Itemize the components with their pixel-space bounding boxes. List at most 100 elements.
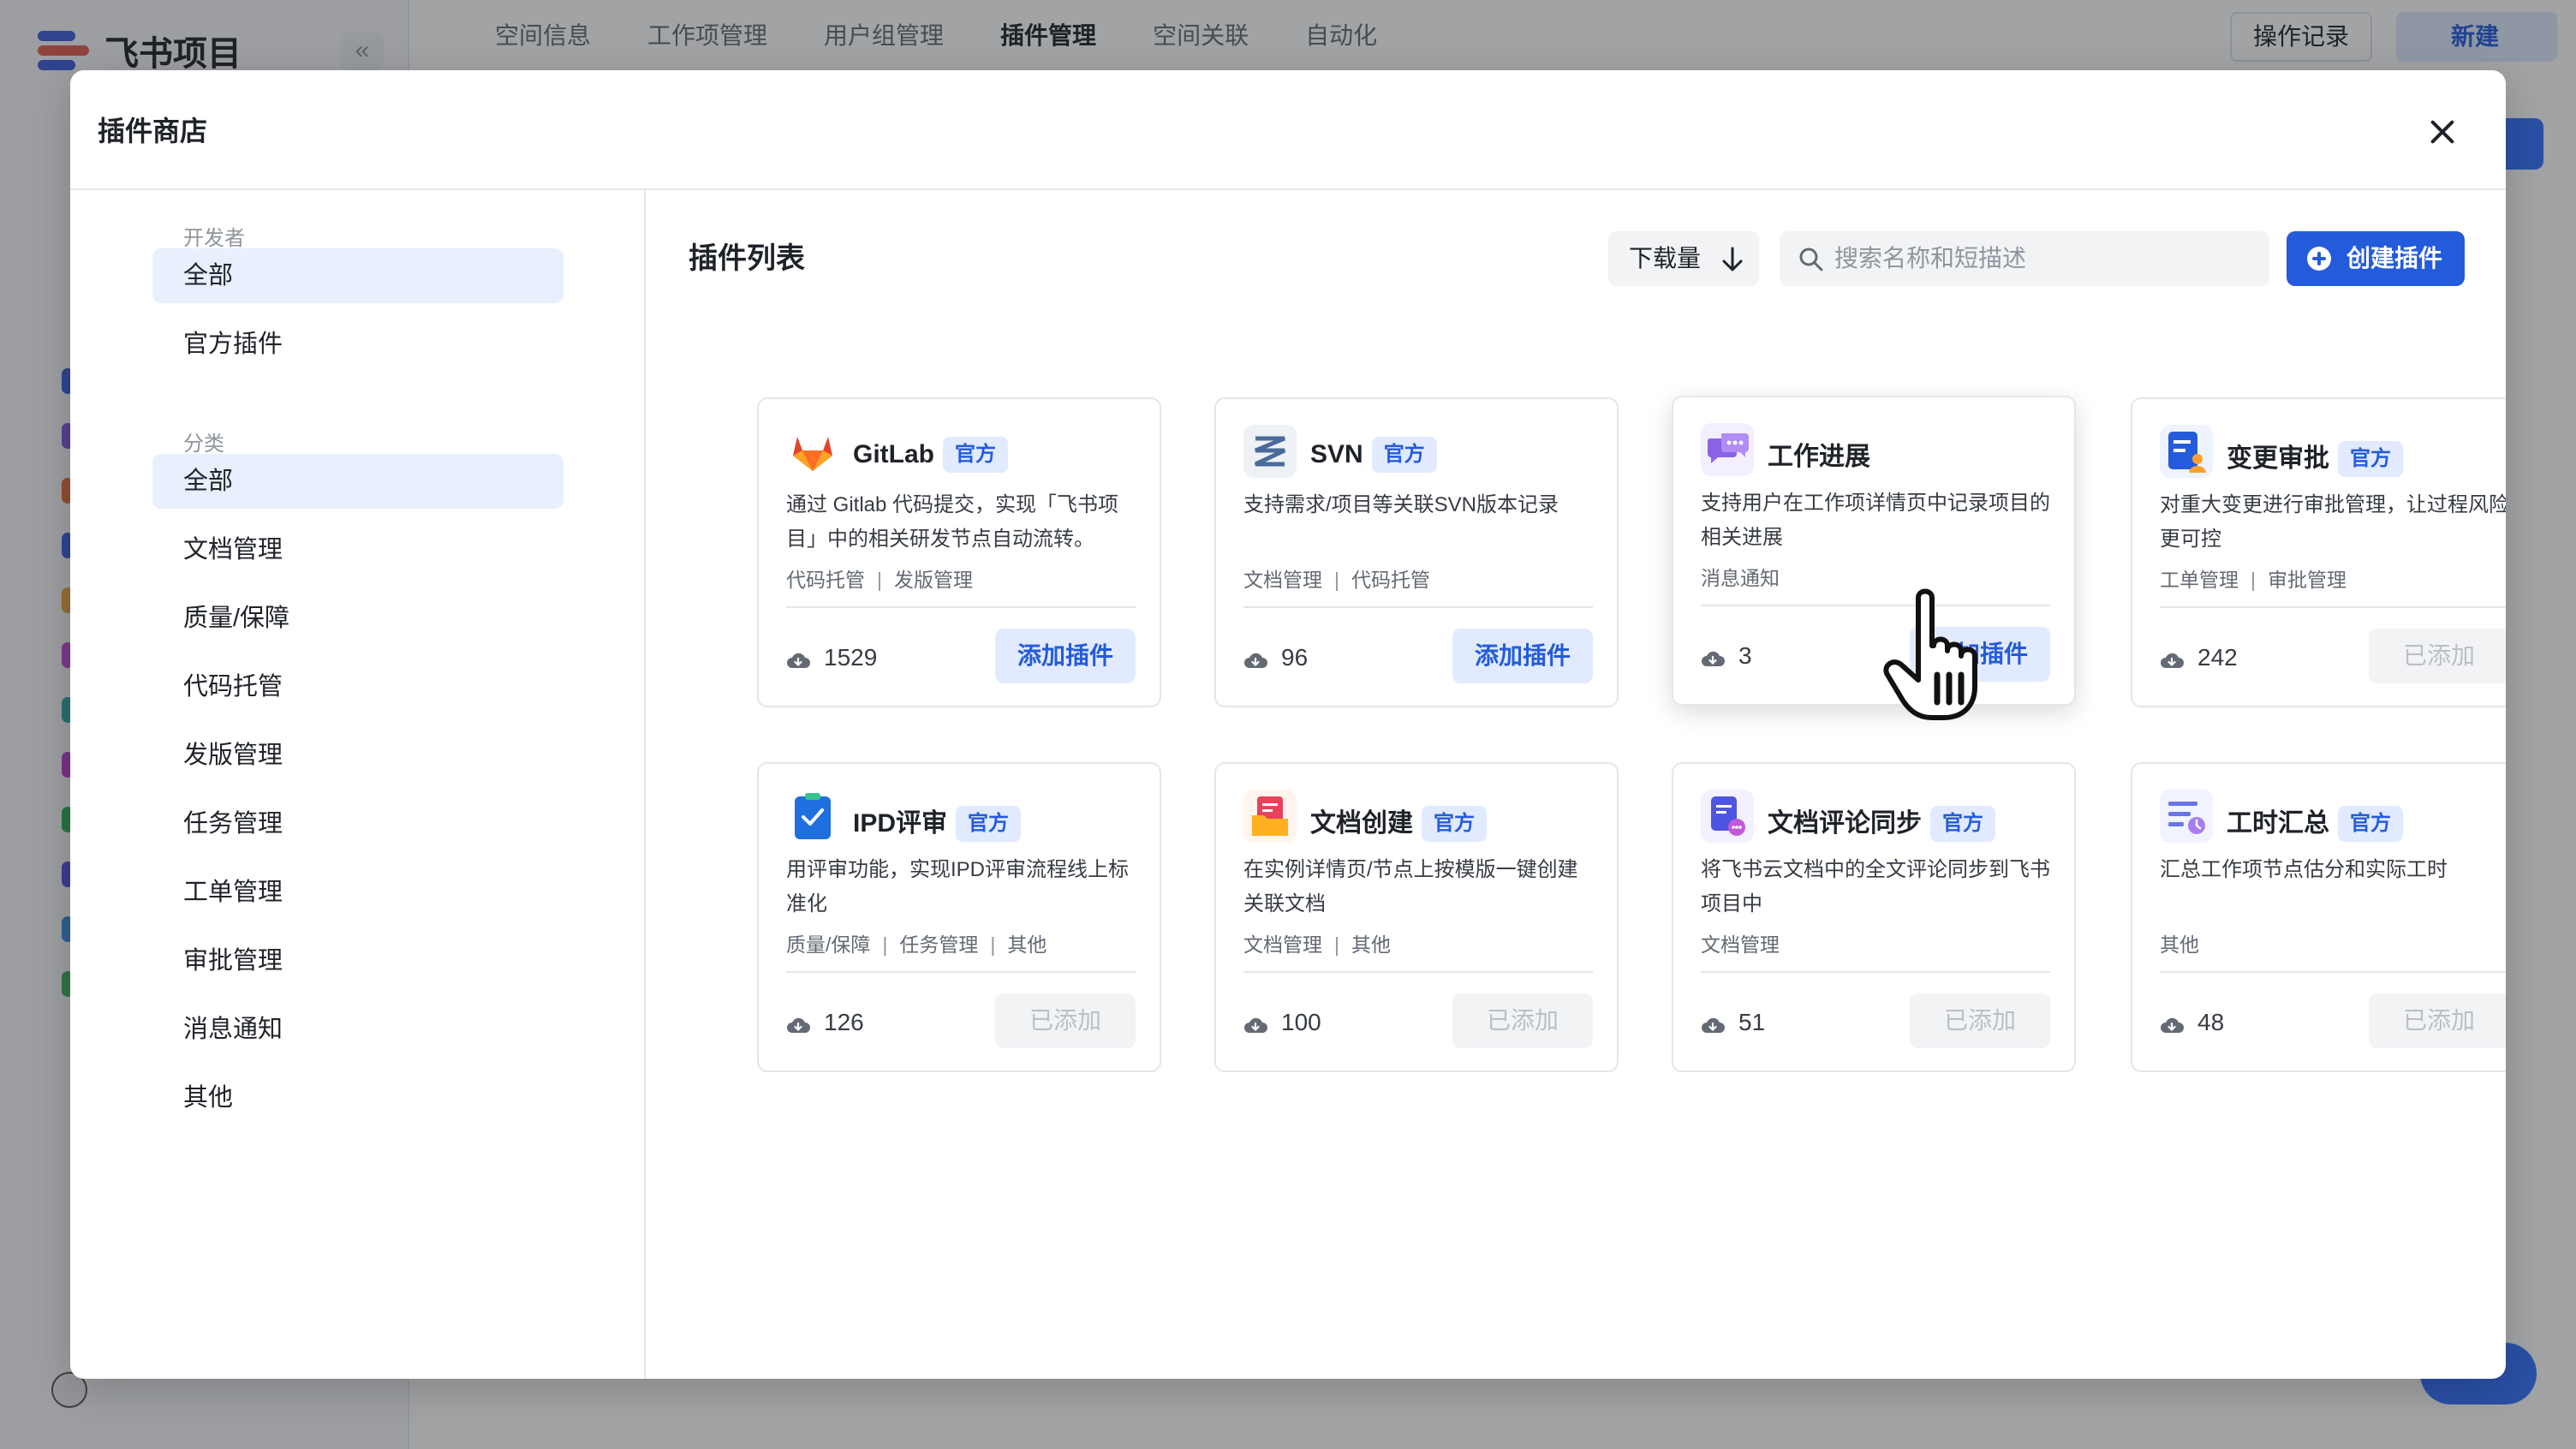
chat-bubble-icon [1701, 423, 1754, 476]
card-divider [1243, 971, 1593, 973]
doc-comment-icon [1701, 790, 1754, 843]
plugin-tags: 消息通知 [1701, 567, 1780, 589]
arrow-down-icon [1722, 247, 1743, 271]
plugin-card-gitlab[interactable]: GitLab 官方 通过 Gitlab 代码提交，实现「飞书项目」中的相关研发节点… [757, 397, 1161, 707]
plugin-card-ipd-review[interactable]: IPD评审 官方 用评审功能，实现IPD评审流程线上标准化 质量/保障 | 任务管理 |… [757, 762, 1161, 1072]
official-badge: 官方 [943, 437, 1008, 473]
category-filter-docs[interactable]: 文档管理 [152, 522, 564, 577]
plugin-card-change-approval[interactable]: 变更审批 官方 对重大变更进行审批管理，让过程风险更可控 工单管理 | 审批管理 24… [2131, 397, 2506, 707]
official-badge: 官方 [956, 806, 1022, 842]
plugin-list-area: 插件列表 下载量 创建插件 GitLab官方 通过 Gitlab 代码提交，实现… [646, 190, 2506, 1379]
category-filter-tickets[interactable]: 工单管理 [152, 865, 564, 920]
plugin-description: 在实例详情页/节点上按模版一键创建关联文档 [1243, 858, 1578, 915]
plugin-description: 汇总工作项节点估分和实际工时 [2160, 858, 2448, 881]
add-plugin-button[interactable]: 添加插件 [995, 629, 1136, 683]
official-badge: 官方 [2338, 441, 2403, 477]
category-filter-release[interactable]: 发版管理 [152, 728, 564, 783]
plugin-description: 将飞书云文档中的全文评论同步到飞书项目中 [1701, 858, 2050, 915]
plugin-description: 支持用户在工作项详情页中记录项目的相关进展 [1701, 492, 2050, 549]
download-count: 48 [2197, 1009, 2225, 1035]
category-filter-tasks[interactable]: 任务管理 [152, 796, 564, 851]
svn-icon [1243, 425, 1297, 478]
sort-by-downloads-button[interactable]: 下载量 [1608, 231, 1759, 286]
add-plugin-button[interactable]: 添加插件 [1910, 627, 2050, 682]
plugin-name: 文档创建 官方 [1310, 802, 1487, 842]
plugin-list-title: 插件列表 [689, 242, 805, 275]
added-status-button: 已添加 [1910, 993, 2050, 1048]
plugin-tags: 文档管理 [1701, 933, 1780, 956]
added-status-button: 已添加 [995, 993, 1136, 1048]
approval-doc-icon [2160, 425, 2213, 478]
plugin-name: 工时汇总 官方 [2227, 802, 2403, 842]
plugin-name: SVN 官方 [1310, 437, 1437, 473]
added-status-button: 已添加 [1452, 993, 1593, 1048]
card-divider [786, 606, 1136, 608]
download-count: 3 [1738, 642, 1752, 669]
plugin-name: 工作进展 [1768, 443, 1870, 471]
plugin-description: 通过 Gitlab 代码提交，实现「飞书项目」中的相关研发节点自动流转。 [786, 493, 1119, 551]
plugin-tags: 其他 [2160, 933, 2199, 956]
sort-label: 下载量 [1629, 245, 1702, 271]
added-status-button: 已添加 [2369, 993, 2506, 1048]
card-divider [1243, 606, 1593, 608]
dialog-title: 插件商店 [98, 116, 208, 146]
plugin-name: 变更审批 官方 [2227, 437, 2403, 477]
download-count: 51 [1738, 1009, 1766, 1035]
cloud-download-icon [2161, 1017, 2184, 1033]
plugin-name: IPD评审 官方 [853, 802, 1022, 842]
developer-filter-title: 开发者 [183, 227, 245, 250]
gitlab-icon [786, 425, 839, 478]
plugin-tags: 文档管理 | 代码托管 [1243, 569, 1430, 591]
search-icon [1799, 247, 1823, 271]
download-count: 242 [2197, 644, 2238, 671]
download-count: 100 [1281, 1009, 1321, 1035]
plugin-card-timesheet[interactable]: 工时汇总 官方 汇总工作项节点估分和实际工时 其他 48 已添加 [2131, 762, 2506, 1072]
plugin-card-work-progress[interactable]: 工作进展 支持用户在工作项详情页中记录项目的相关进展 消息通知 3 添加插件 [1672, 396, 2076, 706]
timesheet-icon [2160, 790, 2213, 843]
official-badge: 官方 [1930, 806, 1995, 842]
category-filter-notifications[interactable]: 消息通知 [152, 1002, 564, 1057]
plugin-description: 对重大变更进行审批管理，让过程风险更可控 [2160, 493, 2506, 551]
add-plugin-button[interactable]: 添加插件 [1452, 629, 1593, 683]
create-plugin-label: 创建插件 [2346, 245, 2443, 271]
create-plugin-button[interactable]: 创建插件 [2287, 231, 2465, 286]
plus-circle-icon [2307, 247, 2331, 271]
doc-create-icon [1243, 790, 1297, 843]
plugin-store-dialog: 插件商店 开发者 全部 官方插件 分类 全部 文档管理 质量/保障 代码托管 发… [70, 70, 2506, 1379]
card-divider [2160, 606, 2506, 608]
checklist-icon [786, 790, 839, 843]
download-count: 1529 [824, 644, 878, 671]
plugin-card-svn[interactable]: SVN 官方 支持需求/项目等关联SVN版本记录 文档管理 | 代码托管 96 添加插… [1214, 397, 1619, 707]
added-status-button: 已添加 [2369, 629, 2506, 683]
plugin-tags: 文档管理 | 其他 [1243, 933, 1391, 956]
category-filter-quality[interactable]: 质量/保障 [152, 591, 564, 646]
cloud-download-icon [1702, 1017, 1725, 1033]
category-filter-all[interactable]: 全部 [152, 454, 564, 509]
plugin-tags: 代码托管 | 发版管理 [786, 569, 973, 591]
cloud-download-icon [787, 1017, 810, 1033]
search-input[interactable] [1834, 231, 2254, 286]
search-box [1780, 231, 2269, 286]
card-divider [1701, 605, 2050, 606]
category-filter-approval[interactable]: 审批管理 [152, 933, 564, 988]
plugin-card-doc-comment-sync[interactable]: 文档评论同步 官方 将飞书云文档中的全文评论同步到飞书项目中 文档管理 51 已添… [1672, 762, 2076, 1072]
official-badge: 官方 [1422, 806, 1487, 842]
cloud-download-icon [787, 653, 810, 668]
close-icon[interactable] [2418, 108, 2466, 156]
developer-filter-all[interactable]: 全部 [152, 248, 564, 303]
official-badge: 官方 [1371, 437, 1437, 473]
plugin-description: 用评审功能，实现IPD评审流程线上标准化 [786, 858, 1130, 915]
plugin-name: GitLab 官方 [853, 437, 1008, 473]
category-filter-title: 分类 [183, 432, 224, 456]
cloud-download-icon [1244, 653, 1267, 668]
filter-panel: 开发者 全部 官方插件 分类 全部 文档管理 质量/保障 代码托管 发版管理 任… [70, 190, 646, 1379]
category-filter-other[interactable]: 其他 [152, 1070, 564, 1125]
card-divider [786, 971, 1136, 973]
cloud-download-icon [1244, 1017, 1267, 1033]
developer-filter-official[interactable]: 官方插件 [152, 317, 564, 372]
cloud-download-icon [1702, 651, 1725, 666]
plugin-tags: 工单管理 | 审批管理 [2160, 569, 2346, 591]
plugin-description: 支持需求/项目等关联SVN版本记录 [1243, 493, 1559, 516]
category-filter-code-hosting[interactable]: 代码托管 [152, 659, 564, 714]
plugin-card-doc-create[interactable]: 文档创建 官方 在实例详情页/节点上按模版一键创建关联文档 文档管理 | 其他 100… [1214, 762, 1619, 1072]
